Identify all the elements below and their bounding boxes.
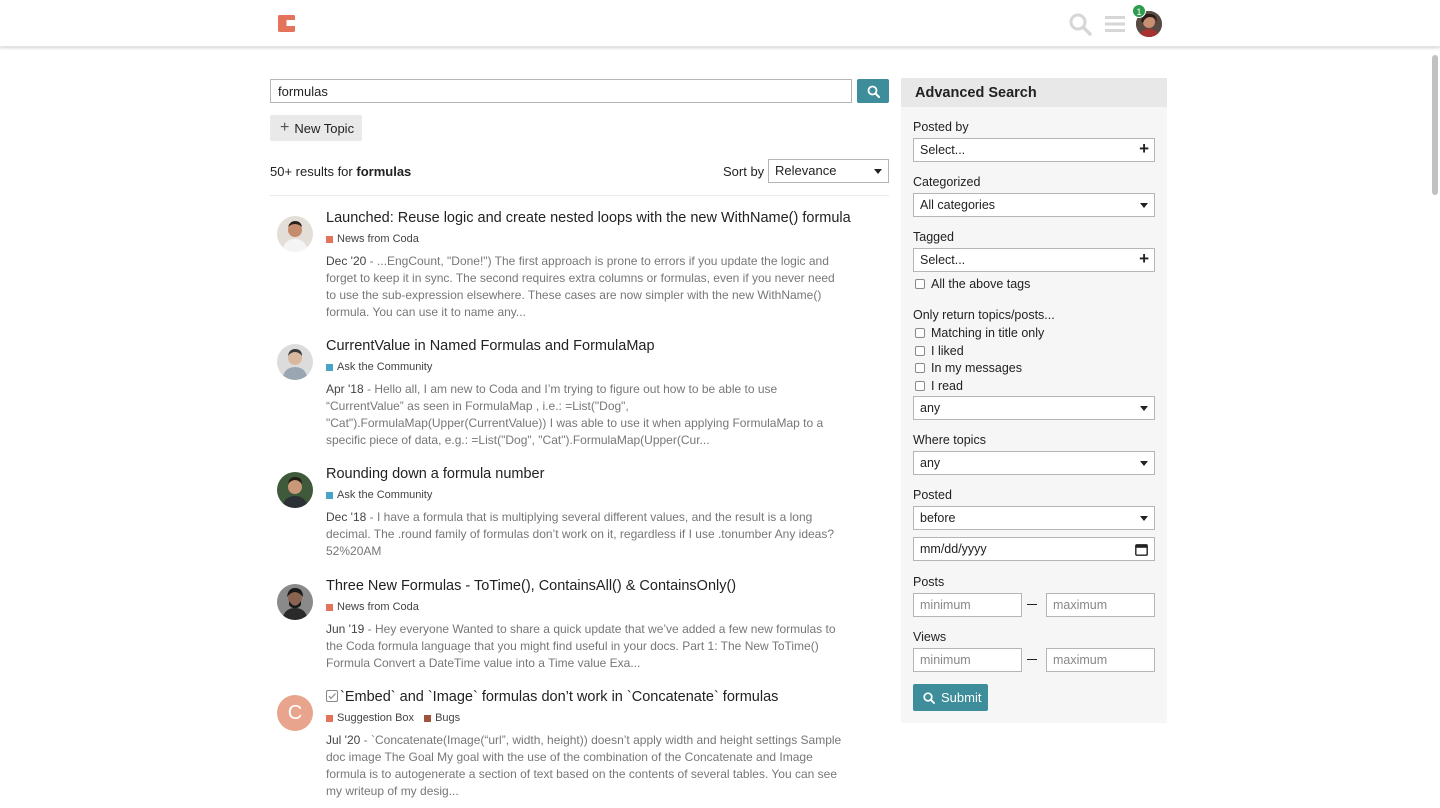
advanced-search-header: Advanced Search — [901, 78, 1167, 107]
plus-icon: + — [1139, 249, 1149, 268]
category-color-swatch — [424, 714, 432, 722]
new-topic-label: New Topic — [294, 120, 355, 136]
category-select[interactable]: All categories — [913, 193, 1155, 217]
advanced-search-panel: Advanced Search Posted by Select... + Ca… — [901, 78, 1167, 723]
category-color-swatch — [326, 363, 333, 371]
result-categories: News from Coda — [326, 601, 419, 613]
views-max-input[interactable]: maximum — [1046, 648, 1155, 672]
result-title[interactable]: `Embed` and `Image` formulas don’t work … — [326, 689, 778, 705]
caret-down-icon — [1140, 203, 1148, 208]
checkbox[interactable] — [915, 346, 925, 356]
where-topics-select[interactable]: any — [913, 451, 1155, 475]
caret-down-icon — [1140, 406, 1148, 411]
views-min-input[interactable]: minimum — [913, 648, 1022, 672]
search-icon[interactable] — [1068, 12, 1092, 36]
author-avatar[interactable] — [277, 344, 313, 380]
category-badge[interactable]: Suggestion Box — [326, 712, 414, 724]
result-title[interactable]: Launched: Reuse logic and create nested … — [326, 210, 851, 226]
posted-select[interactable]: before — [913, 506, 1155, 530]
sort-label: Sort by — [723, 164, 765, 179]
result-blurb: Jun '19 - Hey everyone Wanted to share a… — [326, 622, 836, 670]
solved-checkbox-icon — [326, 690, 338, 702]
results-count: 50+ results for formulas — [270, 164, 412, 179]
result-blurb: Jul '20 - `Concatenate(Image(“url”, widt… — [326, 733, 842, 798]
posted-label: Posted — [913, 488, 952, 502]
category-color-swatch — [326, 235, 333, 243]
result-categories: Suggestion Box Bugs — [326, 712, 460, 724]
posted-by-label: Posted by — [913, 120, 969, 134]
caret-down-icon — [1140, 516, 1148, 521]
search-input[interactable] — [270, 79, 852, 103]
category-badge[interactable]: News from Coda — [326, 601, 419, 613]
submit-button[interactable]: Submit — [913, 684, 988, 711]
checkbox[interactable] — [915, 279, 925, 289]
result-categories: Ask the Community — [326, 361, 432, 373]
only-return-select[interactable]: any — [913, 396, 1155, 420]
categorized-label: Categorized — [913, 175, 981, 189]
views-label: Views — [913, 630, 947, 644]
site-header: 1 — [0, 0, 1440, 47]
date-input[interactable]: mm/dd/yyyy — [913, 537, 1155, 561]
divider — [270, 195, 889, 196]
search-icon — [923, 691, 935, 704]
results-term: formulas — [356, 164, 412, 179]
posts-label: Posts — [913, 575, 945, 589]
new-topic-button[interactable]: + New Topic — [270, 115, 362, 141]
tag-select[interactable]: Select... + — [913, 248, 1155, 272]
result-title[interactable]: Three New Formulas - ToTime(), ContainsA… — [326, 578, 736, 594]
category-badge[interactable]: News from Coda — [326, 233, 419, 245]
author-avatar[interactable] — [277, 216, 313, 252]
category-color-swatch — [326, 714, 333, 722]
author-avatar[interactable] — [277, 584, 313, 620]
result-blurb: Dec '18 - I have a formula that is multi… — [326, 510, 835, 558]
only-return-label: Only return topics/posts... — [913, 308, 1055, 322]
liked-checkbox[interactable]: I liked — [915, 344, 964, 358]
result-categories: Ask the Community — [326, 489, 432, 501]
range-dash — [1027, 659, 1037, 660]
search-button[interactable] — [857, 79, 889, 103]
plus-icon: + — [280, 119, 290, 136]
author-avatar[interactable]: C — [277, 695, 313, 731]
where-topics-label: Where topics — [913, 433, 986, 447]
range-dash — [1027, 604, 1037, 605]
category-badge[interactable]: Ask the Community — [326, 361, 432, 373]
author-avatar[interactable] — [277, 472, 313, 508]
caret-down-icon — [874, 169, 882, 174]
category-color-swatch — [326, 491, 333, 499]
search-icon — [867, 85, 880, 98]
category-color-swatch — [326, 603, 333, 611]
calendar-icon[interactable] — [1135, 543, 1148, 556]
checkbox[interactable] — [915, 381, 925, 391]
category-badge[interactable]: Ask the Community — [326, 489, 432, 501]
notification-badge[interactable]: 1 — [1132, 4, 1146, 18]
result-blurb: Apr '18 - Hello all, I am new to Coda an… — [326, 382, 824, 447]
checkbox[interactable] — [915, 328, 925, 338]
all-tags-checkbox[interactable]: All the above tags — [915, 277, 1030, 291]
result-categories: News from Coda — [326, 233, 419, 245]
posted-by-select[interactable]: Select... + — [913, 138, 1155, 162]
posts-max-input[interactable]: maximum — [1046, 593, 1155, 617]
tagged-label: Tagged — [913, 230, 955, 244]
result-blurb: Dec '20 - ...EngCount, "Done!") The firs… — [326, 254, 835, 319]
messages-checkbox[interactable]: In my messages — [915, 361, 1022, 375]
caret-down-icon — [1140, 461, 1148, 466]
result-title[interactable]: Rounding down a formula number — [326, 466, 544, 482]
matching-title-checkbox[interactable]: Matching in title only — [915, 326, 1044, 340]
posts-min-input[interactable]: minimum — [913, 593, 1022, 617]
plus-icon: + — [1139, 139, 1149, 158]
read-checkbox[interactable]: I read — [915, 379, 963, 393]
coda-logo-icon[interactable] — [278, 15, 295, 32]
checkbox[interactable] — [915, 363, 925, 373]
hamburger-menu-icon[interactable] — [1104, 13, 1126, 35]
sort-select[interactable]: Relevance — [768, 159, 889, 183]
page-scrollbar[interactable] — [1432, 55, 1438, 195]
result-title[interactable]: CurrentValue in Named Formulas and Formu… — [326, 338, 655, 354]
category-badge[interactable]: Bugs — [424, 712, 460, 724]
